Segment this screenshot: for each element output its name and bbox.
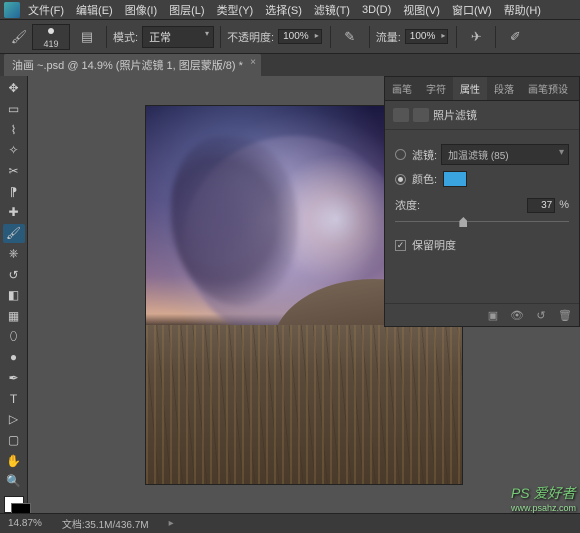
properties-panel: 画笔 字符 属性 段落 画笔预设 照片滤镜 滤镜: 加温滤镜 (85) 颜色: … [384, 76, 580, 327]
gradient-tool[interactable]: ▦ [3, 307, 25, 326]
eraser-tool[interactable]: ◧ [3, 286, 25, 305]
tab-brush-presets[interactable]: 画笔预设 [521, 77, 575, 100]
visibility-icon[interactable]: 👁 [509, 308, 525, 322]
doc-info[interactable]: 文档:35.1M/436.7M [62, 516, 149, 531]
preserve-label: 保留明度 [412, 237, 456, 253]
panel-footer: ▣ 👁 ↺ 🗑 [385, 303, 579, 326]
menu-file[interactable]: 文件(F) [28, 2, 64, 18]
menu-image[interactable]: 图像(I) [125, 2, 157, 18]
panel-title: 照片滤镜 [433, 107, 477, 123]
type-tool[interactable]: T [3, 389, 25, 408]
close-icon[interactable]: × [250, 57, 256, 68]
stamp-tool[interactable]: ⎈ [3, 245, 25, 264]
menu-layer[interactable]: 图层(L) [169, 2, 204, 18]
color-swatch[interactable] [4, 496, 24, 513]
mode-label: 模式: [113, 29, 138, 45]
delete-icon[interactable]: 🗑 [557, 308, 573, 322]
zoom-level[interactable]: 14.87% [8, 518, 42, 529]
tab-brush[interactable]: 画笔 [385, 77, 419, 100]
opacity-label: 不透明度: [227, 29, 274, 45]
flow-label: 流量: [376, 29, 401, 45]
ps-logo-icon [4, 2, 20, 18]
menu-filter[interactable]: 滤镜(T) [314, 2, 350, 18]
density-slider[interactable] [395, 215, 569, 229]
brush-tool-icon[interactable]: 🖌 [9, 27, 29, 47]
tab-paragraph[interactable]: 段落 [487, 77, 521, 100]
menu-window[interactable]: 窗口(W) [452, 2, 492, 18]
heal-tool[interactable]: ✚ [3, 203, 25, 222]
dodge-tool[interactable]: ● [3, 348, 25, 367]
brush-preview[interactable]: 419 [32, 24, 70, 50]
brush-settings-icon[interactable]: ▤ [77, 27, 97, 47]
move-tool[interactable]: ✥ [3, 79, 25, 98]
color-swatch-picker[interactable] [443, 171, 467, 187]
mode-dropdown[interactable]: 正常 [142, 26, 214, 48]
density-label: 浓度: [395, 197, 420, 213]
brush-tool[interactable]: 🖌 [3, 224, 25, 243]
mask-icon [413, 108, 429, 122]
preserve-checkbox[interactable]: ✓ [395, 240, 406, 251]
watermark: PS 爱好者 www.psahz.com [511, 483, 576, 513]
opacity-field[interactable]: 100% [278, 29, 322, 44]
tab-char[interactable]: 字符 [419, 77, 453, 100]
filter-radio-label: 滤镜: [412, 147, 437, 163]
color-radio[interactable] [395, 174, 406, 185]
color-radio-label: 颜色: [412, 171, 437, 187]
hand-tool[interactable]: ✋ [3, 451, 25, 470]
wand-tool[interactable]: ✧ [3, 141, 25, 160]
lasso-tool[interactable]: ⌇ [3, 120, 25, 139]
pressure-size-icon[interactable]: ✐ [505, 27, 525, 47]
zoom-tool[interactable]: 🔍 [3, 472, 25, 491]
crop-tool[interactable]: ✂ [3, 162, 25, 181]
menu-help[interactable]: 帮助(H) [504, 2, 541, 18]
density-input[interactable] [527, 198, 555, 213]
document-tab[interactable]: 油画 ~.psd @ 14.9% (照片滤镜 1, 图层蒙版/8) * × [4, 54, 261, 76]
menu-select[interactable]: 选择(S) [265, 2, 302, 18]
document-tab-bar: 油画 ~.psd @ 14.9% (照片滤镜 1, 图层蒙版/8) * × [0, 54, 580, 76]
adjustment-icon [393, 108, 409, 122]
menu-bar: 文件(F) 编辑(E) 图像(I) 图层(L) 类型(Y) 选择(S) 滤镜(T… [0, 0, 580, 20]
menu-edit[interactable]: 编辑(E) [76, 2, 113, 18]
menu-3d[interactable]: 3D(D) [362, 4, 391, 16]
tab-properties[interactable]: 属性 [453, 77, 487, 100]
flow-field[interactable]: 100% [405, 29, 449, 44]
filter-radio[interactable] [395, 149, 406, 160]
menu-type[interactable]: 类型(Y) [217, 2, 254, 18]
panel-tabs: 画笔 字符 属性 段落 画笔预设 [385, 77, 579, 101]
airbrush-icon[interactable]: ✈ [466, 27, 486, 47]
density-unit: % [559, 199, 569, 211]
tools-panel: ✥ ▭ ⌇ ✧ ✂ ⁋ ✚ 🖌 ⎈ ↺ ◧ ▦ ⬯ ● ✒ T ▷ ▢ ✋ 🔍 [0, 76, 28, 513]
pen-tool[interactable]: ✒ [3, 369, 25, 388]
panel-header: 照片滤镜 [385, 101, 579, 130]
eyedropper-tool[interactable]: ⁋ [3, 182, 25, 201]
reset-icon[interactable]: ↺ [533, 308, 549, 322]
history-brush-tool[interactable]: ↺ [3, 265, 25, 284]
path-tool[interactable]: ▷ [3, 410, 25, 429]
filter-dropdown[interactable]: 加温滤镜 (85) [441, 144, 569, 165]
status-bar: 14.87% 文档:35.1M/436.7M ▸ [0, 513, 580, 533]
pressure-opacity-icon[interactable]: ✎ [340, 27, 360, 47]
clip-icon[interactable]: ▣ [485, 308, 501, 322]
marquee-tool[interactable]: ▭ [3, 100, 25, 119]
options-bar: 🖌 419 ▤ 模式: 正常 不透明度: 100% ✎ 流量: 100% ✈ ✐ [0, 20, 580, 54]
document-tab-title: 油画 ~.psd @ 14.9% (照片滤镜 1, 图层蒙版/8) * [12, 60, 243, 72]
menu-view[interactable]: 视图(V) [403, 2, 440, 18]
shape-tool[interactable]: ▢ [3, 431, 25, 450]
blur-tool[interactable]: ⬯ [3, 327, 25, 346]
